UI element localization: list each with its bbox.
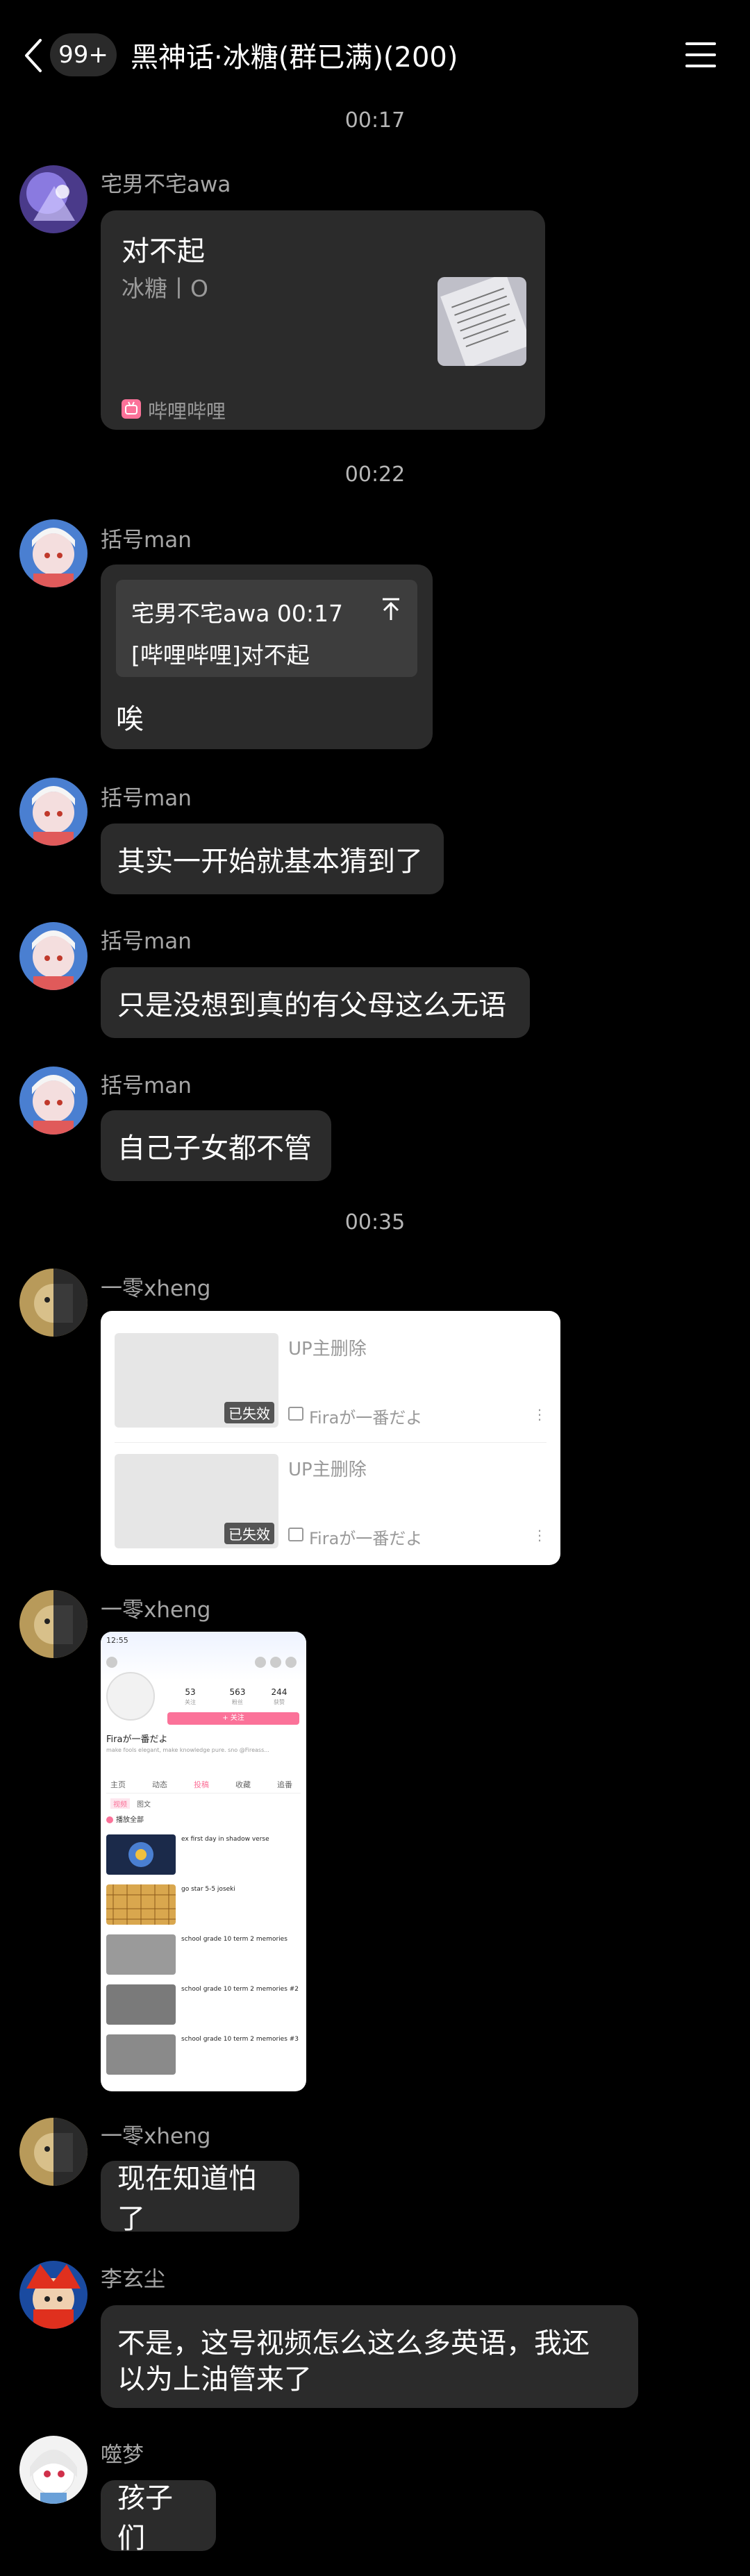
video-author: Firaが一番だよ [309,1529,423,1548]
group-title: 黑神话·冰糖(群已满)(200) [131,42,458,74]
avatar[interactable] [19,1590,88,1658]
follow-button: + 关注 [167,1712,299,1725]
unread-count-badge[interactable]: 99+ [50,33,117,76]
sender-name: 噬梦 [101,2443,144,2468]
message-bubble[interactable]: 孩子们 [101,2480,216,2554]
stat-number: 53 [185,1687,196,1697]
play-icon [106,1816,113,1823]
sender-name: 一零xheng [101,1276,211,1301]
expired-badge: 已失效 [224,1523,274,1544]
video-thumbnail [106,1884,176,1925]
expired-badge: 已失效 [224,1402,274,1423]
quote-text: [哔哩哔哩]对不起 [131,642,310,669]
avatar[interactable] [19,1269,88,1337]
up-icon [288,1528,303,1541]
stat-label: 粉丝 [232,1699,243,1705]
video-thumbnail [106,1984,176,2025]
message-text-line: 不是，这号视频怎么这么多英语，我还 [117,2327,590,2359]
back-icon [106,1657,117,1668]
video-title[interactable]: UP主删除 [288,1335,367,1360]
stat-number: 563 [229,1687,246,1697]
sender-name: 宅男不宅awa [101,172,231,197]
stat-label: 获赞 [274,1699,285,1705]
message-bubble[interactable]: 只是没想到真的有父母这么无语 [101,967,530,1038]
screenshot-image[interactable]: 12:55 53 关注 563 粉丝 244 获赞 + 关注 Firaが一番だよ… [101,1632,306,2091]
profile-tab-active: 投稿 [194,1780,209,1789]
avatar[interactable] [19,2118,88,2186]
avatar[interactable] [19,165,88,233]
card-source: 哔哩哔哩 [148,400,226,423]
message-bubble[interactable]: 其实一开始就基本猜到了 [101,823,444,894]
avatar[interactable] [19,922,88,990]
subtab: 视频 [110,1798,130,1809]
video-thumbnail[interactable]: 已失效 [115,1454,278,1548]
avatar[interactable] [19,778,88,846]
video-thumbnail [106,1934,176,1975]
message-bubble[interactable]: 不是，这号视频怎么这么多英语，我还 以为上油管来了 [101,2305,638,2408]
video-author: Firaが一番だよ [309,1408,423,1428]
reply-message-bubble[interactable]: 宅男不宅awa 00:17 [哔哩哔哩]对不起 唉 [101,564,433,749]
card-subtitle: 冰糖丨O [122,275,208,302]
stat-label: 关注 [185,1699,196,1705]
profile-tab: 动态 [152,1780,167,1789]
more-options-icon[interactable]: ⋮ [533,1407,547,1421]
message-text-line: 以为上油管来了 [117,2364,312,2395]
play-all-label: 播放全部 [116,1816,144,1824]
avatar[interactable] [19,519,88,587]
timestamp: 00:22 [344,462,406,487]
status-time: 12:55 [106,1636,128,1645]
sender-name: 括号man [101,786,192,811]
avatar[interactable] [19,1067,88,1135]
quoted-message[interactable]: 宅男不宅awa 00:17 [哔哩哔哩]对不起 [116,580,417,677]
profile-tab: 主页 [110,1780,126,1789]
quote-header: 宅男不宅awa 00:17 [131,600,344,627]
chat-header: 99+ 黑神话·冰糖(群已满)(200) [0,0,750,111]
video-title: ex first day in shadow verse [181,1836,269,1843]
profile-avatar [106,1672,155,1721]
video-title: go star 5-5 joseki [181,1886,235,1893]
profile-username: Firaが一番だよ [106,1734,168,1745]
profile-tab: 追番 [277,1780,292,1789]
back-arrow-icon[interactable] [21,36,49,75]
card-title: 对不起 [122,235,205,267]
video-title: school grade 10 term 2 memories #3 [181,2036,299,2043]
video-title: school grade 10 term 2 memories #2 [181,1986,299,1993]
video-title: school grade 10 term 2 memories [181,1936,288,1943]
message-bubble[interactable]: 现在知道怕了 [101,2161,299,2235]
bilibili-share-card[interactable]: 对不起 冰糖丨O 哔哩哔哩 [101,210,545,430]
sender-name: 括号man [101,1073,192,1098]
more-icon [285,1657,297,1668]
profile-bio: make fools elegant, make knowledge pure.… [106,1747,269,1753]
video-thumbnail [106,2034,176,2075]
timestamp: 00:17 [344,108,406,133]
card-thumbnail [438,277,526,366]
video-title[interactable]: UP主删除 [288,1455,367,1481]
message-bubble[interactable]: 自己子女都不管 [101,1110,331,1181]
video-thumbnail[interactable]: 已失效 [115,1333,278,1428]
avatar[interactable] [19,2436,88,2504]
avatar[interactable] [19,2261,88,2329]
video-list-card[interactable]: 已失效 UP主删除 Firaが一番だよ ⋮ 已失效 UP主删除 Firaが一番だ… [101,1311,560,1565]
profile-tab: 收藏 [235,1780,251,1789]
bilibili-icon [122,399,141,419]
sender-name: 李玄尘 [101,2267,165,2292]
sender-name: 一零xheng [101,2124,211,2149]
more-options-icon[interactable]: ⋮ [533,1528,547,1542]
search-icon [270,1657,281,1668]
divider [115,1442,547,1443]
timestamp: 00:35 [344,1210,406,1235]
share-icon [255,1657,266,1668]
sender-name: 一零xheng [101,1598,211,1623]
sender-name: 括号man [101,528,192,553]
jump-to-top-icon[interactable] [380,596,402,621]
video-thumbnail [106,1834,176,1875]
up-icon [288,1407,303,1421]
subtab: 图文 [137,1801,151,1809]
menu-icon[interactable] [684,38,717,72]
stat-number: 244 [271,1687,288,1697]
message-text: 唉 [116,703,144,735]
sender-name: 括号man [101,929,192,954]
